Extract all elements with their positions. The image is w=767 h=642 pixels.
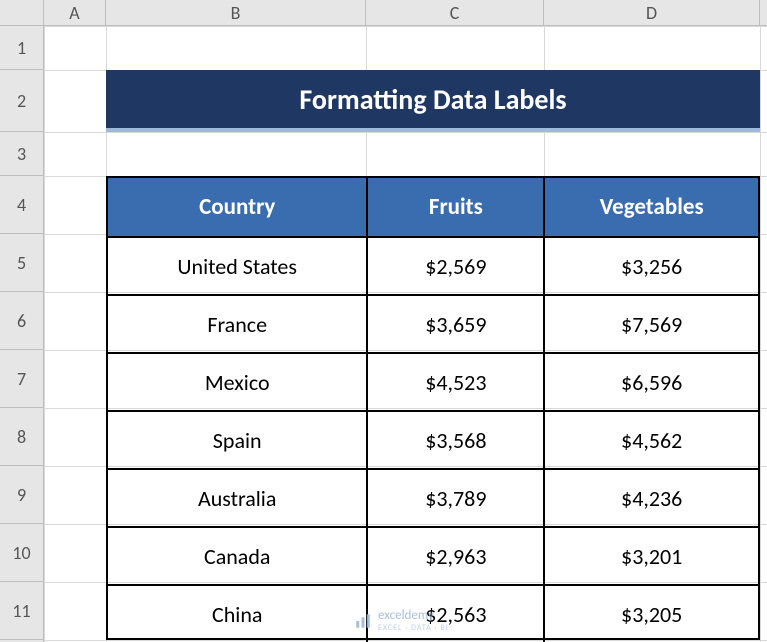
row-header-9[interactable]: 9 <box>0 466 43 524</box>
row-header-11[interactable]: 11 <box>0 582 43 640</box>
table-row: Canada$2,963$3,201 <box>108 526 758 584</box>
title-text: Formatting Data Labels <box>299 82 566 117</box>
cell-vegetables[interactable]: $4,236 <box>543 470 758 526</box>
cell-vegetables[interactable]: $4,562 <box>543 412 758 468</box>
cell-fruits[interactable]: $3,789 <box>366 470 543 526</box>
cell-country[interactable]: Canada <box>108 528 366 584</box>
row-header-3[interactable]: 3 <box>0 132 43 176</box>
cell-vegetables[interactable]: $6,596 <box>543 354 758 410</box>
table-row: Mexico$4,523$6,596 <box>108 352 758 410</box>
table-header-fruits[interactable]: Fruits <box>366 178 543 236</box>
cells-area[interactable]: Formatting Data Labels CountryFruitsVege… <box>44 26 767 642</box>
cell-vegetables[interactable]: $7,569 <box>543 296 758 352</box>
cell-country[interactable]: France <box>108 296 366 352</box>
column-headers: ABCD <box>44 0 767 26</box>
table-row: Spain$3,568$4,562 <box>108 410 758 468</box>
spreadsheet: ABCD 1234567891011 Formatting Data Label… <box>0 0 767 642</box>
column-header-b[interactable]: B <box>106 0 366 26</box>
cell-fruits[interactable]: $3,568 <box>366 412 543 468</box>
data-table: CountryFruitsVegetablesUnited States$2,5… <box>106 176 760 640</box>
row-header-1[interactable]: 1 <box>0 26 43 70</box>
table-row: China$2,563$3,205 <box>108 584 758 642</box>
column-header-d[interactable]: D <box>544 0 760 26</box>
cell-country[interactable]: Mexico <box>108 354 366 410</box>
cell-fruits[interactable]: $2,569 <box>366 238 543 294</box>
table-row: Australia$3,789$4,236 <box>108 468 758 526</box>
cell-country[interactable]: Australia <box>108 470 366 526</box>
table-header-country[interactable]: Country <box>108 178 366 236</box>
row-header-8[interactable]: 8 <box>0 408 43 466</box>
cell-country[interactable]: United States <box>108 238 366 294</box>
row-header-6[interactable]: 6 <box>0 292 43 350</box>
cell-country[interactable]: Spain <box>108 412 366 468</box>
select-all-corner[interactable] <box>0 0 44 26</box>
cell-fruits[interactable]: $2,963 <box>366 528 543 584</box>
table-row: France$3,659$7,569 <box>108 294 758 352</box>
cell-vegetables[interactable]: $3,205 <box>543 586 758 642</box>
cell-fruits[interactable]: $4,523 <box>366 354 543 410</box>
row-header-4[interactable]: 4 <box>0 176 43 234</box>
row-header-7[interactable]: 7 <box>0 350 43 408</box>
row-header-10[interactable]: 10 <box>0 524 43 582</box>
column-header-a[interactable]: A <box>44 0 106 26</box>
cell-country[interactable]: China <box>108 586 366 642</box>
row-header-2[interactable]: 2 <box>0 70 43 132</box>
table-header-vegetables[interactable]: Vegetables <box>543 178 758 236</box>
title-banner: Formatting Data Labels <box>106 70 760 132</box>
row-header-5[interactable]: 5 <box>0 234 43 292</box>
row-headers: 1234567891011 <box>0 26 44 642</box>
cell-fruits[interactable]: $2,563 <box>366 586 543 642</box>
column-header-c[interactable]: C <box>366 0 544 26</box>
cell-vegetables[interactable]: $3,201 <box>543 528 758 584</box>
cell-fruits[interactable]: $3,659 <box>366 296 543 352</box>
cell-vegetables[interactable]: $3,256 <box>543 238 758 294</box>
table-row: United States$2,569$3,256 <box>108 236 758 294</box>
